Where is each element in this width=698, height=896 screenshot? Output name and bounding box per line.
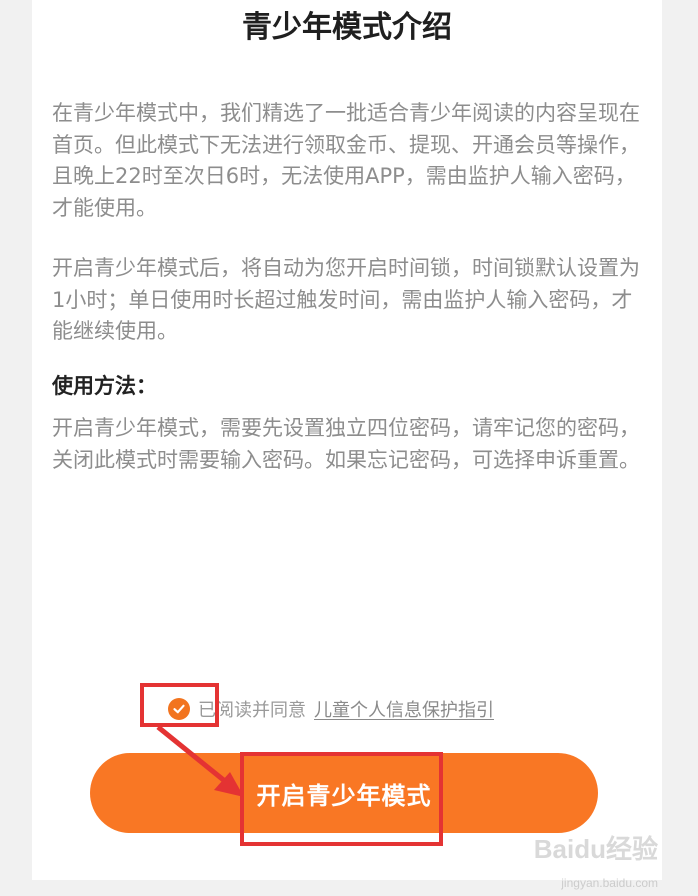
child-privacy-guide-link[interactable]: 儿童个人信息保护指引 [314,696,494,722]
usage-heading: 使用方法： [52,374,157,398]
intro-paragraph: 在青少年模式中，我们精选了一批适合青少年阅读的内容呈现在首页。但此模式下无法进行… [52,101,640,220]
dialog-title: 青少年模式介绍 [242,10,452,45]
usage-paragraph: 开启青少年模式，需要先设置独立四位密码，请牢记您的密码，关闭此模式时需要输入密码… [52,416,640,472]
agreement-label: 已阅读并同意 [198,700,306,721]
check-icon [173,704,185,714]
baidu-watermark-logo: Baidu经验 [533,834,658,864]
teen-mode-dialog: 青少年模式介绍 在青少年模式中，我们精选了一批适合青少年阅读的内容呈现在首页。但… [32,0,662,880]
baidu-watermark-url: jingyan.baidu.com [561,876,658,890]
time-lock-paragraph: 开启青少年模式后，将自动为您开启时间锁，时间锁默认设置为1小时；单日使用时长超过… [52,256,640,343]
agreement-checkbox[interactable] [168,698,190,720]
enable-teen-mode-button[interactable]: 开启青少年模式 [90,753,598,833]
agreement-row: 已阅读并同意 儿童个人信息保护指引 [138,692,494,726]
